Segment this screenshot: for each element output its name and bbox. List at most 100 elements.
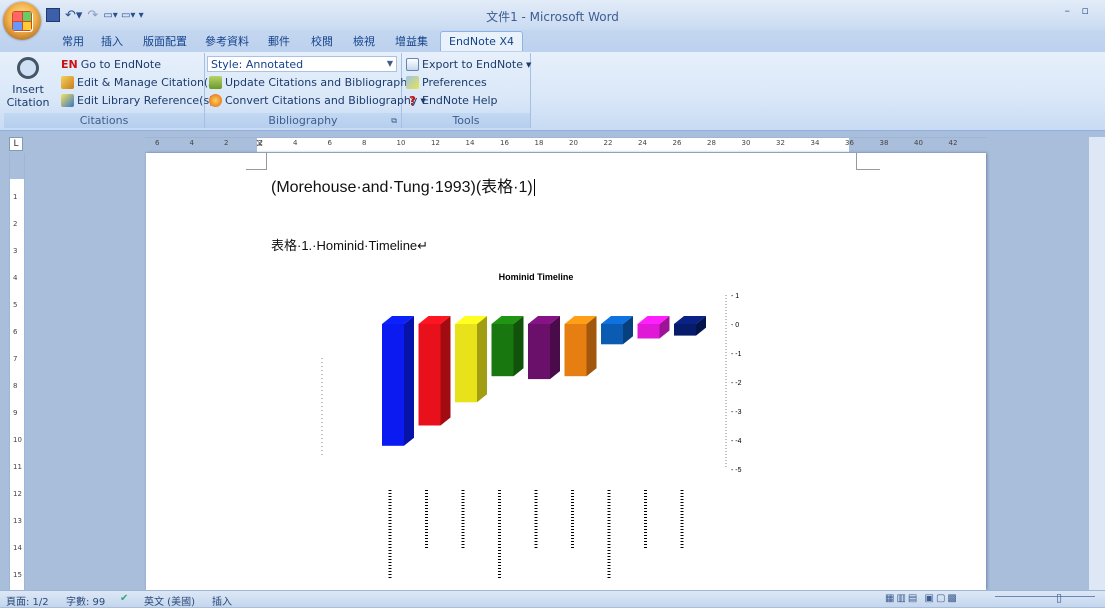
redo-icon[interactable]: ↷ xyxy=(87,8,98,23)
insert-label: Insert xyxy=(12,83,44,96)
dialog-launcher-icon[interactable]: ⧉ xyxy=(391,116,397,126)
ruler-tick-label: 20 xyxy=(569,139,578,147)
ribbon-tabs: 常用 插入 版面配置 參考資料 郵件 校閱 檢視 增益集 EndNote X4 xyxy=(0,30,1105,52)
group-label-citations: Citations xyxy=(4,113,204,128)
customize-icon[interactable]: ▭▾ ▭▾ ▾ xyxy=(103,10,143,21)
ruler-tick-label: 2 xyxy=(13,220,18,228)
ruler-tick-label: 4 xyxy=(13,274,18,282)
ruler-tick-label: 22 xyxy=(603,139,613,147)
chart-bar xyxy=(491,316,524,377)
zoom-slider[interactable] xyxy=(995,596,1095,597)
go-to-endnote-label: Go to EndNote xyxy=(80,58,161,71)
export-to-endnote-button[interactable]: Export to EndNote ▼ xyxy=(406,56,531,73)
tab-mailings[interactable]: 郵件 xyxy=(268,32,290,51)
endnote-logo-icon: EN xyxy=(61,58,78,71)
tab-endnote[interactable]: EndNote X4 xyxy=(440,31,523,51)
vertical-ruler[interactable]: 12345678910111213141516 xyxy=(9,153,25,606)
ruler-top-margin xyxy=(10,153,24,179)
ruler-left-margin xyxy=(145,138,257,152)
preferences-label: Preferences xyxy=(422,76,487,89)
ruler-tick-label: 38 xyxy=(879,139,889,147)
caption-paragraph[interactable]: 表格·1.·Hominid·Timeline↵ xyxy=(271,235,428,254)
undo-icon[interactable]: ↶▾ xyxy=(65,8,82,23)
insert-citation-button[interactable]: Insert Citation xyxy=(6,57,50,113)
ruler-tick-label: 18 xyxy=(534,139,544,147)
text-cursor xyxy=(533,179,535,197)
crop-mark xyxy=(266,153,267,169)
edit-library-reference-button[interactable]: Edit Library Reference(s) xyxy=(61,92,213,109)
ruler-tick-label: 13 xyxy=(13,517,22,525)
ruler-tick-label: 14 xyxy=(465,139,475,147)
vertical-scrollbar[interactable] xyxy=(1088,137,1105,590)
convert-citations-button[interactable]: Convert Citations and Bibliography ▼ xyxy=(209,92,426,109)
group-bibliography: Style: Annotated ▼ Update Citations and … xyxy=(205,53,426,128)
update-citations-button[interactable]: Update Citations and Bibliography xyxy=(209,74,414,91)
preferences-icon xyxy=(406,76,419,89)
ruler-tick-label: 4 xyxy=(293,139,298,147)
chart-tick-label: - -1 xyxy=(731,351,742,358)
style-value: Annotated xyxy=(245,57,304,71)
chart-bar xyxy=(674,316,706,336)
office-button[interactable] xyxy=(3,2,41,40)
chart-bar xyxy=(528,316,560,380)
ruler-tick-label: 10 xyxy=(396,139,406,147)
horizontal-ruler[interactable]: 6 4 2 2 4 6 8 10 12 14 16 18 20 22 24 26 28 30 32 34 36 38 40 4… xyxy=(145,137,987,153)
chart-y-axis: - 1 - 0 - -1 - -2 - -3 - -4 - -5 xyxy=(725,293,742,474)
ruler-tick-label: 36 xyxy=(845,139,854,147)
endnote-help-button[interactable]: ? EndNote Help xyxy=(406,92,498,109)
crop-mark xyxy=(856,153,857,169)
chart-bar xyxy=(637,316,670,339)
hominid-timeline-chart[interactable]: Hominid Timeline - 1- 0- -1- -2- -3- -4-… xyxy=(306,268,766,588)
crop-mark xyxy=(856,169,880,170)
chart-x-axis-labels xyxy=(388,490,684,578)
chart-bars xyxy=(382,316,706,446)
edit-library-label: Edit Library Reference(s) xyxy=(77,94,214,107)
ruler-tick-label: 32 xyxy=(776,139,785,147)
chart-bar xyxy=(455,316,487,403)
zoom-thumb-icon[interactable]: ▯ xyxy=(1056,591,1062,604)
tab-review[interactable]: 校閱 xyxy=(311,32,333,51)
ruler-tick-label: 14 xyxy=(13,544,22,552)
chart-bar xyxy=(382,316,414,446)
tab-addins[interactable]: 增益集 xyxy=(395,32,428,51)
ruler-tick-label: 42 xyxy=(948,139,958,147)
help-icon: ? xyxy=(409,93,416,108)
chart-tick-label: - 0 xyxy=(731,322,739,329)
chart-bar xyxy=(601,316,633,345)
chart-bar xyxy=(418,316,451,426)
tab-home[interactable]: 常用 xyxy=(62,32,84,51)
document-page[interactable]: (Morehouse·and·Tung·1993)(表格·1) 表格·1.·Ho… xyxy=(146,153,986,590)
window-controls[interactable]: – ▫ xyxy=(1065,4,1093,17)
save-icon[interactable] xyxy=(46,8,60,22)
crop-mark xyxy=(246,169,267,170)
go-to-endnote-button[interactable]: EN Go to EndNote xyxy=(61,56,161,73)
style-select[interactable]: Style: Annotated ▼ xyxy=(207,56,397,72)
ruler-tick-label: 2 xyxy=(224,139,229,147)
ruler-tick-label: 15 xyxy=(13,571,22,579)
help-label: EndNote Help xyxy=(422,94,498,107)
ruler-tick-label: 11 xyxy=(13,463,22,471)
ruler-tick-label: 4 xyxy=(189,139,194,147)
tab-insert[interactable]: 插入 xyxy=(101,32,123,51)
tab-view[interactable]: 檢視 xyxy=(353,32,375,51)
ruler-tick-label: 26 xyxy=(672,139,682,147)
ruler-tick-label: 5 xyxy=(13,301,18,309)
tab-selector[interactable]: L xyxy=(9,137,23,151)
ruler-tick-label: 30 xyxy=(741,139,751,147)
tab-references[interactable]: 參考資料 xyxy=(205,32,249,51)
proofing-check-icon[interactable]: ✔ xyxy=(120,593,128,604)
ruler-tick-label: 10 xyxy=(13,436,22,444)
chevron-down-icon: ▼ xyxy=(526,60,532,69)
preferences-button[interactable]: Preferences xyxy=(406,74,487,91)
chart-title: Hominid Timeline xyxy=(499,272,574,282)
chart-tick-label: - -4 xyxy=(731,438,742,445)
tab-layout[interactable]: 版面配置 xyxy=(143,32,187,51)
view-buttons-icon[interactable]: ▦▥▤ ▣▢▩ xyxy=(885,593,959,604)
chart-tick-label: - -2 xyxy=(731,380,742,387)
ruler-tick-label: 3 xyxy=(13,247,18,255)
ruler-tick-label: 1 xyxy=(13,193,18,201)
citation-paragraph[interactable]: (Morehouse·and·Tung·1993)(表格·1) xyxy=(271,173,535,197)
edit-manage-citations-button[interactable]: Edit & Manage Citation(s) xyxy=(61,74,218,91)
indent-marker-icon[interactable]: ⧖ xyxy=(256,138,263,149)
chart-bar xyxy=(564,316,597,377)
